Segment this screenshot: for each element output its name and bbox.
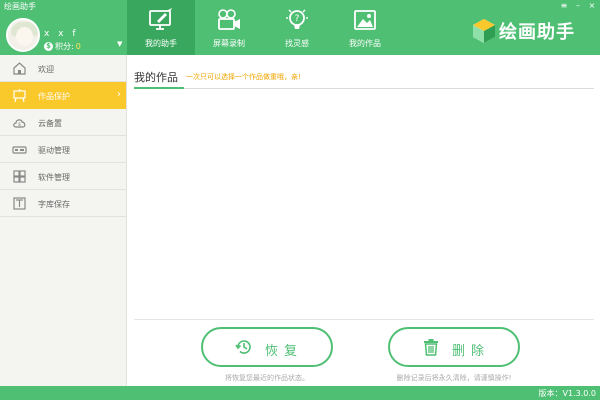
- home-icon: [13, 62, 26, 75]
- cube-logo-icon: [473, 19, 495, 43]
- points-display: $ 积分: 0: [44, 41, 81, 52]
- user-panel: x x f $ 积分: 0 ▼: [4, 18, 128, 54]
- sidebar-item-label: 作品保护: [38, 92, 70, 101]
- status-bar: 版本：V1.3.0.0: [0, 386, 600, 400]
- driver-icon: [12, 146, 27, 154]
- version-label: 版本：V1.3.0.0: [538, 389, 596, 398]
- menu-button[interactable]: ≡: [559, 1, 569, 10]
- lightbulb-icon: ?: [286, 9, 308, 29]
- tab-my-assistant[interactable]: 我的助手: [127, 0, 195, 55]
- picture-icon: [354, 10, 376, 30]
- bottom-divider: [134, 319, 594, 320]
- section-hint: 一次只可以选择一个作品做重哦，亲!: [186, 73, 301, 81]
- delete-button[interactable]: 删除: [388, 327, 520, 367]
- username: x x f: [44, 29, 79, 39]
- brand-name: 绘画助手: [499, 22, 575, 43]
- tab-label: 我的作品: [349, 39, 381, 48]
- chevron-right-icon: ›: [117, 89, 121, 100]
- minimize-button[interactable]: –: [573, 1, 583, 10]
- window-title: 绘画助手: [4, 2, 36, 11]
- avatar[interactable]: [6, 18, 40, 52]
- sidebar-item-work-protection[interactable]: 作品保护 ›: [0, 82, 126, 109]
- tab-label: 找灵感: [285, 39, 309, 48]
- tab-label: 我的助手: [145, 39, 177, 48]
- sidebar-item-driver[interactable]: 驱动管理: [0, 136, 126, 163]
- delete-label: 删除: [452, 344, 491, 359]
- header-bar: 绘画助手 ≡ – × x x f $ 积分: 0 ▼ 我的助手 屏幕录制 ? 找…: [0, 0, 600, 55]
- close-button[interactable]: ×: [587, 1, 597, 10]
- sidebar-item-label: 云备置: [38, 119, 62, 128]
- sidebar-item-label: 字库保存: [38, 200, 70, 209]
- sidebar-item-cloud[interactable]: $ 云备置: [0, 109, 126, 136]
- title-divider: [134, 88, 594, 89]
- main-panel: 我的作品 一次只可以选择一个作品做重哦，亲! 恢复 将恢复您最近的作品状态。 删…: [128, 55, 600, 386]
- sidebar-item-label: 软件管理: [38, 173, 70, 182]
- tab-label: 屏幕录制: [213, 39, 245, 48]
- sidebar-item-welcome[interactable]: 欢迎: [0, 55, 126, 82]
- easel-icon: [13, 89, 26, 103]
- title-accent-bar: [134, 87, 184, 89]
- video-camera-icon: [218, 9, 240, 30]
- trash-icon: [424, 339, 438, 356]
- restore-hint: 将恢复您最近的作品状态。: [225, 374, 309, 382]
- brand: 绘画助手: [472, 18, 575, 44]
- sidebar-item-label: 欢迎: [38, 65, 54, 74]
- svg-text:?: ?: [295, 14, 300, 24]
- points-value: 0: [75, 42, 81, 51]
- delete-hint: 删除记录后将永久清除，请谨慎操作!: [396, 374, 512, 382]
- history-icon: [235, 340, 251, 354]
- monitor-pen-icon: [149, 8, 172, 30]
- sidebar-item-label: 驱动管理: [38, 146, 70, 155]
- cloud-icon: $: [13, 119, 26, 128]
- sidebar-item-fonts[interactable]: 字库保存: [0, 190, 126, 217]
- main-tabs: 我的助手 屏幕录制 ? 找灵感 我的作品: [127, 0, 399, 55]
- avatar-face: [16, 27, 33, 46]
- chevron-down-icon[interactable]: ▼: [117, 40, 122, 48]
- svg-text:$: $: [18, 122, 21, 128]
- tab-screen-record[interactable]: 屏幕录制: [195, 0, 263, 55]
- coin-icon: $: [44, 42, 53, 51]
- window-controls: ≡ – ×: [559, 1, 597, 10]
- sidebar-item-software[interactable]: 软件管理: [0, 163, 126, 190]
- section-title: 我的作品: [134, 71, 178, 84]
- restore-button[interactable]: 恢复: [201, 327, 333, 367]
- font-icon: [13, 197, 26, 210]
- grid-icon: [13, 170, 26, 183]
- restore-label: 恢复: [265, 344, 304, 359]
- points-label: 积分:: [55, 42, 74, 51]
- sidebar: 欢迎 作品保护 › $ 云备置 驱动管理 软件管理 字库保存: [0, 55, 127, 386]
- tab-find-inspiration[interactable]: ? 找灵感: [263, 0, 331, 55]
- tab-my-works[interactable]: 我的作品: [331, 0, 399, 55]
